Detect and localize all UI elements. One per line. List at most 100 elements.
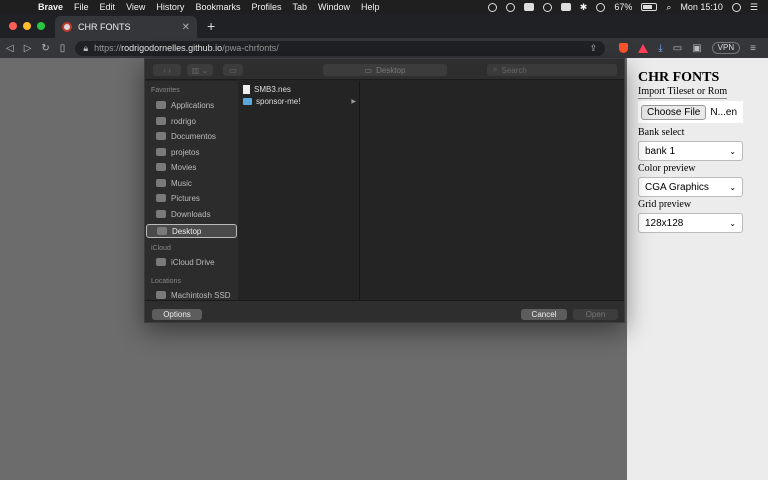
menu-window[interactable]: Window xyxy=(318,2,350,12)
locations-header: Locations xyxy=(151,278,181,285)
menu-profiles[interactable]: Profiles xyxy=(251,2,281,12)
sidebar-item-movies[interactable]: Movies xyxy=(146,160,237,174)
dialog-search-field[interactable]: ⌕ Search xyxy=(487,64,617,76)
menu-file[interactable]: File xyxy=(74,2,89,12)
color-preview-label: Color preview xyxy=(638,163,696,174)
bank-select[interactable]: bank 1 ⌄ xyxy=(638,141,743,161)
import-label: Import Tileset or Rom xyxy=(638,86,728,99)
clock-status-icon[interactable] xyxy=(596,2,606,12)
menu-app-name[interactable]: Brave xyxy=(38,2,63,12)
brave-rewards-icon[interactable] xyxy=(638,43,649,53)
search-placeholder: Search xyxy=(501,65,527,75)
tab-chr-fonts[interactable]: CHR FONTS ✕ xyxy=(55,16,197,38)
user-icon[interactable] xyxy=(731,2,741,12)
page-title: CHR FONTS xyxy=(638,70,720,85)
minimize-window-icon[interactable] xyxy=(23,22,31,30)
sidebar-item-pictures[interactable]: Pictures xyxy=(146,191,237,205)
sidebar-item-desktop[interactable]: Desktop xyxy=(146,224,237,238)
grid-preview-select[interactable]: 128x128 ⌄ xyxy=(638,213,743,233)
sidebar-toggle-icon[interactable]: ▭ xyxy=(673,43,682,54)
record-icon[interactable] xyxy=(487,2,497,12)
choose-file-button[interactable]: Choose File xyxy=(641,104,707,120)
sidebar-item-label: Documentos xyxy=(171,131,216,141)
new-folder-icon[interactable]: ▭ xyxy=(223,64,243,76)
tab-title: CHR FONTS xyxy=(78,22,131,32)
options-button[interactable]: Options xyxy=(152,309,202,320)
file-input[interactable]: Choose File N...en xyxy=(638,101,743,123)
tab-strip: CHR FONTS ✕ + xyxy=(0,14,768,38)
bank-select-label: Bank select xyxy=(638,127,685,138)
file-column: SMB3.nes sponsor-me! ▶ xyxy=(239,81,360,300)
reload-icon[interactable]: ↻ xyxy=(41,43,49,54)
sidebar-item-label: rodrigo xyxy=(171,116,196,126)
sidebar-item-documentos[interactable]: Documentos xyxy=(146,129,237,143)
cancel-button[interactable]: Cancel xyxy=(521,309,567,320)
file-row-sponsor-me[interactable]: sponsor-me! ▶ xyxy=(239,95,360,107)
menu-bookmarks[interactable]: Bookmarks xyxy=(195,2,240,12)
menu-edit[interactable]: Edit xyxy=(100,2,116,12)
browser-menu-icon[interactable]: ≡ xyxy=(750,43,756,54)
address-bar[interactable]: 🔒︎ https://rodrigodornelles.github.io/pw… xyxy=(75,40,606,56)
battery-percent[interactable]: 67% xyxy=(614,2,632,12)
screen-icon[interactable] xyxy=(523,3,534,11)
sidebar-item-label: projetos xyxy=(171,147,200,157)
open-button[interactable]: Open xyxy=(573,309,618,320)
cloud-icon xyxy=(156,258,166,266)
zoom-window-icon[interactable] xyxy=(37,22,45,30)
sidebar-item-downloads[interactable]: Downloads xyxy=(146,207,237,221)
status-area: ✱ 67% ⌕ Mon 15:10 ☰ xyxy=(487,2,768,13)
view-mode-icon[interactable]: ▥ ⌄ xyxy=(187,64,213,76)
folder-icon xyxy=(156,148,166,156)
sidebar-item-icloud-drive[interactable]: iCloud Drive xyxy=(146,255,237,269)
menu-history[interactable]: History xyxy=(156,2,184,12)
chevron-right-icon: ▶ xyxy=(351,98,356,105)
sidebar-item-label: iCloud Drive xyxy=(171,257,215,267)
file-row-smb3[interactable]: SMB3.nes xyxy=(239,83,360,95)
keyboard-icon[interactable] xyxy=(560,3,571,11)
folder-icon xyxy=(243,97,252,105)
shield-status-icon[interactable] xyxy=(505,2,515,12)
sidebar-item-label: Downloads xyxy=(171,209,211,219)
tab-close-icon[interactable]: ✕ xyxy=(182,22,190,33)
dialog-toolbar: ‹ › ▥ ⌄ ▭ ▭ Desktop ⌕ Search xyxy=(145,59,624,80)
lock-icon: 🔒︎ xyxy=(83,42,89,53)
share-icon[interactable]: ⇪ xyxy=(590,43,598,54)
url-path: /pwa-chrfonts/ xyxy=(222,43,279,53)
wallet-icon[interactable]: ▣ xyxy=(692,43,701,54)
bluetooth-icon[interactable]: ✱ xyxy=(580,2,588,13)
chevron-down-icon: ⌄ xyxy=(729,182,736,192)
sidebar-item-applications[interactable]: Applications xyxy=(146,98,237,112)
download-toolbar-icon[interactable]: ⤓ xyxy=(658,43,662,54)
wifi-icon[interactable] xyxy=(542,2,552,12)
forward-icon[interactable]: ▷ xyxy=(24,43,32,54)
close-window-icon[interactable] xyxy=(9,22,17,30)
document-icon xyxy=(156,132,166,140)
sidebar-item-projetos[interactable]: projetos xyxy=(146,145,237,159)
bookmark-icon[interactable]: ▯ xyxy=(60,43,66,54)
sidebar-item-music[interactable]: Music xyxy=(146,176,237,190)
vpn-button[interactable]: VPN xyxy=(711,42,741,54)
search-icon[interactable]: ⌕ xyxy=(666,2,671,13)
menu-tab[interactable]: Tab xyxy=(292,2,307,12)
color-preview-select[interactable]: CGA Graphics ⌄ xyxy=(638,177,743,197)
menu-view[interactable]: View xyxy=(126,2,145,12)
back-icon[interactable]: ◁ xyxy=(6,43,14,54)
browser-toolbar: ◁ ▷ ↻ ▯ 🔒︎ https://rodrigodornelles.gith… xyxy=(0,38,768,58)
dialog-nav-button[interactable]: ‹ › xyxy=(153,64,181,76)
menu-help[interactable]: Help xyxy=(361,2,380,12)
location-popup[interactable]: ▭ Desktop xyxy=(323,64,447,76)
disk-icon xyxy=(156,291,166,299)
control-center-icon[interactable]: ☰ xyxy=(750,2,758,13)
file-name: SMB3.nes xyxy=(254,84,291,94)
file-status: N...en xyxy=(710,106,738,118)
sidebar-item-rodrigo[interactable]: rodrigo xyxy=(146,114,237,128)
window-controls xyxy=(9,22,45,30)
menu-clock[interactable]: Mon 15:10 xyxy=(680,2,723,12)
sidebar-item-label: Movies xyxy=(171,162,197,172)
brave-shields-icon[interactable] xyxy=(619,43,629,53)
file-name: sponsor-me! xyxy=(256,96,301,106)
new-tab-icon[interactable]: + xyxy=(207,18,215,34)
battery-icon[interactable] xyxy=(641,3,658,11)
file-open-dialog: ‹ › ▥ ⌄ ▭ ▭ Desktop ⌕ Search Favorites A… xyxy=(144,58,625,323)
grid-preview-value: 128x128 xyxy=(645,217,684,229)
